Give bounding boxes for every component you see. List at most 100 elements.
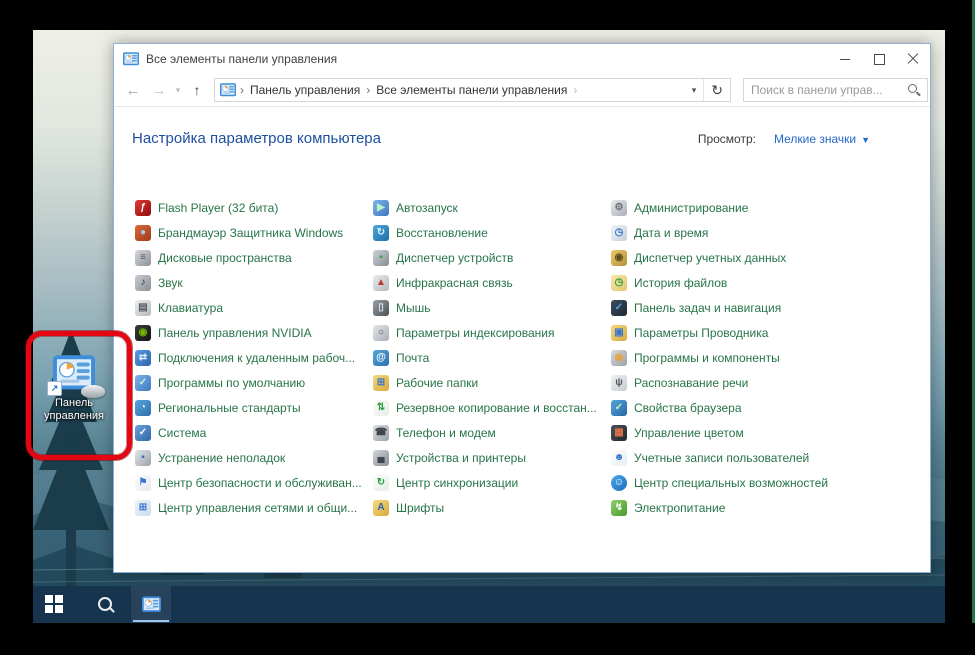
control-panel-item[interactable]: ☻Учетные записи пользователей <box>611 445 849 470</box>
control-panel-item[interactable]: ○Параметры индексирования <box>373 320 611 345</box>
control-panel-item[interactable]: ♪Звук <box>135 270 373 295</box>
control-panel-item[interactable]: ◉Программы и компоненты <box>611 345 849 370</box>
taskbar <box>33 586 945 623</box>
device-manager-icon: ▪ <box>373 250 389 266</box>
control-panel-item[interactable]: ✓Панель задач и навигация <box>611 295 849 320</box>
control-panel-item[interactable]: ☎Телефон и модем <box>373 420 611 445</box>
control-panel-item[interactable]: ψРаспознавание речи <box>611 370 849 395</box>
control-panel-item[interactable]: ☺ Центр специальных возможностей <box>611 470 849 495</box>
control-panel-item-label: Мышь <box>396 301 431 315</box>
color-management-icon: ▦ <box>611 425 627 441</box>
control-panel-item[interactable]: ▶ Автозапуск <box>373 195 611 220</box>
control-panel-item-label: Дата и время <box>634 226 708 240</box>
autoplay-icon: ▶ <box>373 200 389 216</box>
control-panel-item[interactable]: AШрифты <box>373 495 611 520</box>
work-folders-icon: ⊞ <box>373 375 389 391</box>
internet-options-icon: ✓ <box>611 400 627 416</box>
control-panel-item-label: Подключения к удаленным рабоч... <box>158 351 355 365</box>
control-panel-item[interactable]: ◔Региональные стандарты <box>135 395 373 420</box>
navigation-toolbar: ← → ▾ ↑ › Панель управления › Все элемен… <box>114 74 930 107</box>
control-panel-item-label: Свойства браузера <box>634 401 742 415</box>
maximize-button[interactable] <box>862 44 896 74</box>
control-panel-item[interactable]: ▦Управление цветом <box>611 420 849 445</box>
breadcrumb-control-panel[interactable]: Панель управления <box>250 83 360 97</box>
control-panel-item-label: Почта <box>396 351 429 365</box>
forward-button[interactable]: → <box>146 82 172 99</box>
control-panel-item[interactable]: ▪ Диспетчер устройств <box>373 245 611 270</box>
control-panel-item[interactable]: @Почта <box>373 345 611 370</box>
control-panel-item[interactable]: ●Брандмауэр Защитника Windows <box>135 220 373 245</box>
window-titlebar[interactable]: Все элементы панели управления <box>114 44 930 74</box>
flash-player-icon: ƒ <box>135 200 151 216</box>
breadcrumb-chevron: › <box>573 83 577 97</box>
address-dropdown-icon[interactable]: ▾ <box>685 85 704 96</box>
control-panel-item-label: История файлов <box>634 276 727 290</box>
history-dropdown-icon[interactable]: ▾ <box>172 85 184 96</box>
up-button[interactable]: ↑ <box>184 82 210 98</box>
credential-manager-icon: ◉ <box>611 250 627 266</box>
taskbar-control-panel-button[interactable] <box>131 586 171 623</box>
network-icon: ⊞ <box>135 500 151 516</box>
troubleshooting-icon: ▪ <box>135 450 151 466</box>
remote-desktop-icon: ⇄ <box>135 350 151 366</box>
control-panel-item-label: Панель задач и навигация <box>634 301 781 315</box>
control-panel-item[interactable]: ▤Клавиатура <box>135 295 373 320</box>
taskbar-search-button[interactable] <box>96 595 116 615</box>
breadcrumb-all-items[interactable]: Все элементы панели управления <box>376 83 567 97</box>
control-panel-item-label: Центр специальных возможностей <box>634 476 828 490</box>
control-panel-item[interactable]: ▣Параметры Проводника <box>611 320 849 345</box>
control-panel-item[interactable]: ƒFlash Player (32 бита) <box>135 195 373 220</box>
address-bar[interactable]: › Панель управления › Все элементы панел… <box>214 78 731 102</box>
programs-features-icon: ◉ <box>611 350 627 366</box>
breadcrumb-chevron: › <box>240 83 244 97</box>
control-panel-item[interactable]: ⇄ Подключения к удаленным рабоч... <box>135 345 373 370</box>
control-panel-item-label: Программы по умолчанию <box>158 376 305 390</box>
items-column: ▶ Автозапуск ↻Восстановление ▪ Диспетчер уст… <box>373 195 611 520</box>
control-panel-item-label: Автозапуск <box>396 201 458 215</box>
control-panel-item[interactable]: ✓Система <box>135 420 373 445</box>
control-panel-item[interactable]: ✓ Свойства браузера <box>611 395 849 420</box>
admin-tools-icon: ⚙ <box>611 200 627 216</box>
back-button[interactable]: ← <box>120 82 146 99</box>
control-panel-item-label: Диспетчер устройств <box>396 251 513 265</box>
view-value[interactable]: Мелкие значки <box>774 132 856 146</box>
control-panel-item-label: Рабочие папки <box>396 376 478 390</box>
close-button[interactable] <box>896 44 930 74</box>
control-panel-item[interactable]: ◉Диспетчер учетных данных <box>611 245 849 270</box>
active-app-indicator <box>133 620 169 622</box>
control-panel-item[interactable]: ⚑Центр безопасности и обслуживан... <box>135 470 373 495</box>
control-panel-item[interactable]: ↻Восстановление <box>373 220 611 245</box>
refresh-icon[interactable]: ↻ <box>704 82 730 99</box>
control-panel-item[interactable]: ≡Дисковые пространства <box>135 245 373 270</box>
control-panel-item[interactable]: ◷История файлов <box>611 270 849 295</box>
control-panel-item[interactable]: ⊞Центр управления сетями и общи... <box>135 495 373 520</box>
start-button[interactable] <box>45 595 63 613</box>
control-panel-item[interactable]: ↻Центр синхронизации <box>373 470 611 495</box>
search-input[interactable] <box>744 83 906 97</box>
control-panel-item-label: Телефон и модем <box>396 426 496 440</box>
control-panel-item[interactable]: ◷Дата и время <box>611 220 849 245</box>
search-icon <box>906 82 922 98</box>
window-title: Все элементы панели управления <box>146 52 337 66</box>
control-panel-item[interactable]: ▲Инфракрасная связь <box>373 270 611 295</box>
search-box[interactable] <box>743 78 928 102</box>
maximize-icon <box>874 54 885 65</box>
control-panel-item[interactable]: ⊞ Рабочие папки <box>373 370 611 395</box>
user-accounts-icon: ☻ <box>611 450 627 466</box>
control-panel-item[interactable]: ⚙Администрирование <box>611 195 849 220</box>
keyboard-icon: ▤ <box>135 300 151 316</box>
control-panel-item[interactable]: ✓Программы по умолчанию <box>135 370 373 395</box>
control-panel-item[interactable]: ⇅Резервное копирование и восстан... <box>373 395 611 420</box>
control-panel-item-label: Устройства и принтеры <box>396 451 526 465</box>
control-panel-item[interactable]: ↯Электропитание <box>611 495 849 520</box>
control-panel-item[interactable]: ▄Устройства и принтеры <box>373 445 611 470</box>
control-panel-item[interactable]: ▪Устранение неполадок <box>135 445 373 470</box>
ease-of-access-icon: ☺ <box>611 475 627 491</box>
nvidia-icon: ◉ <box>135 325 151 341</box>
breadcrumb-chevron: › <box>366 83 370 97</box>
minimize-button[interactable] <box>828 44 862 74</box>
view-selector[interactable]: Просмотр: Мелкие значки ▼ <box>698 132 870 146</box>
control-panel-item[interactable]: ◉Панель управления NVIDIA <box>135 320 373 345</box>
view-label: Просмотр: <box>698 132 756 146</box>
control-panel-item[interactable]: ▯Мышь <box>373 295 611 320</box>
